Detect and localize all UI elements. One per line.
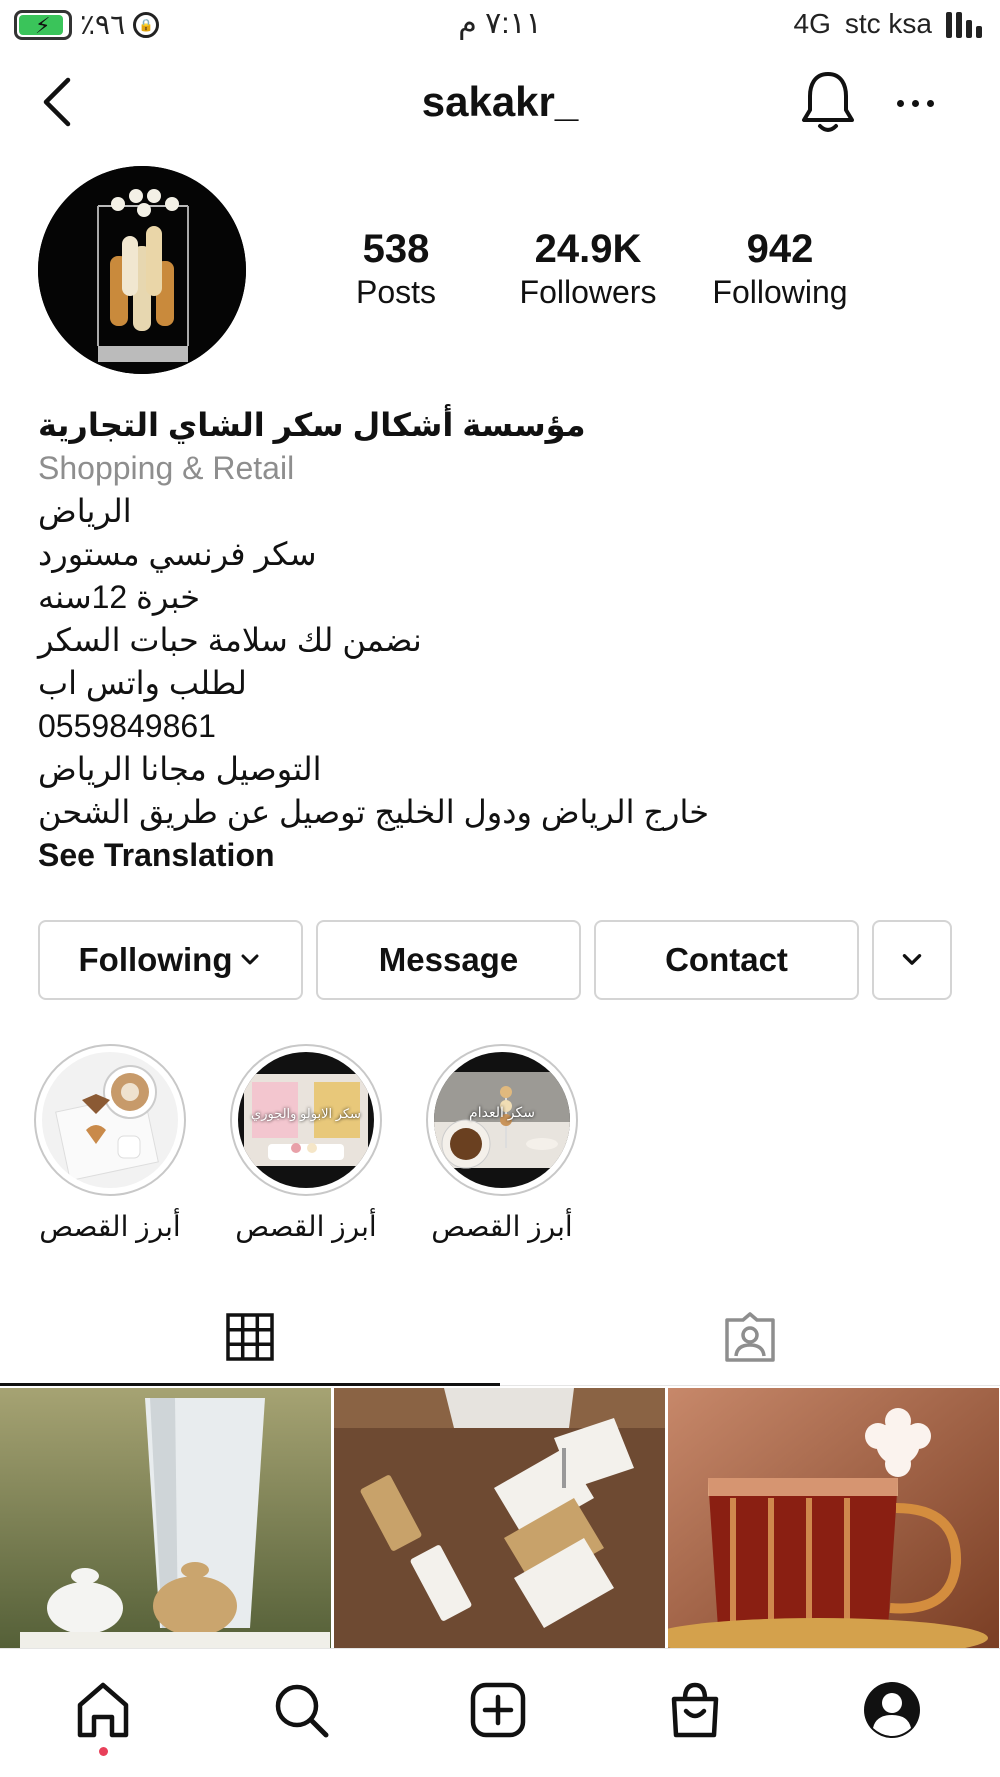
profile-icon xyxy=(864,1682,920,1738)
bio-line: سكر فرنسي مستورد xyxy=(38,536,317,572)
highlight-item[interactable]: سكر العدام أبرز القصص xyxy=(426,1044,578,1243)
profile-avatar[interactable] xyxy=(38,166,246,374)
highlight-ring xyxy=(34,1044,186,1196)
profile-display-name: مؤسسة أشكال سكر الشاي التجارية xyxy=(38,407,586,443)
profile-stats: 538 Posts 24.9K Followers 942 Following xyxy=(300,226,876,312)
stat-following[interactable]: 942 Following xyxy=(684,226,876,312)
highlight-caption: سكر الابولو والجوري xyxy=(251,1106,361,1121)
message-button-label: Message xyxy=(378,941,519,978)
nav-profile[interactable] xyxy=(857,1675,927,1745)
highlight-caption: سكر العدام xyxy=(469,1104,535,1120)
status-right: 4G stc ksa xyxy=(793,8,982,40)
bell-icon xyxy=(802,72,854,132)
chevron-down-icon xyxy=(902,954,922,965)
profile-category: Shopping & Retail xyxy=(38,450,295,486)
post-thumbnail[interactable] xyxy=(668,1388,999,1648)
nav-home[interactable] xyxy=(68,1675,138,1745)
signal-icon xyxy=(946,10,982,38)
shopping-bag-icon xyxy=(671,1682,719,1738)
stat-posts-label: Posts xyxy=(355,274,437,310)
stat-following-value: 942 xyxy=(746,227,814,271)
highlight-item[interactable]: سكر الابولو والجوري أبرز القصص xyxy=(230,1044,382,1243)
post-thumbnail[interactable] xyxy=(0,1388,331,1648)
home-notification-dot xyxy=(99,1747,108,1756)
highlight-ring: سكر العدام xyxy=(426,1044,578,1196)
more-horizontal-icon xyxy=(896,99,904,107)
bio-line: لطلب واتس اب xyxy=(38,665,247,701)
see-translation-link[interactable]: See Translation xyxy=(38,834,938,877)
tagged-person-icon xyxy=(725,1312,775,1362)
tab-tagged[interactable] xyxy=(500,1290,1000,1386)
nav-search[interactable] xyxy=(266,1675,336,1745)
home-icon xyxy=(77,1682,129,1738)
grid-icon xyxy=(226,1312,274,1361)
stat-following-label: Following xyxy=(712,274,848,310)
stat-posts[interactable]: 538 Posts xyxy=(300,226,492,312)
profile-tabs xyxy=(0,1290,1000,1386)
highlight-item[interactable]: أبرز القصص xyxy=(34,1044,186,1243)
carrier-name: stc ksa xyxy=(844,8,932,39)
contact-button-label: Contact xyxy=(665,941,788,978)
message-button[interactable]: Message xyxy=(316,920,581,1000)
status-bar: ⚡ ٪٩٦ 🔒 ٧:١١ م 4G stc ksa xyxy=(0,0,1000,52)
bio-line: نضمن لك سلامة حبات السكر xyxy=(38,622,422,658)
search-icon xyxy=(275,1684,329,1738)
highlight-cover: سكر الابولو والجوري xyxy=(238,1052,374,1188)
nav-create[interactable] xyxy=(463,1675,533,1745)
bio-line: خارج الرياض ودول الخليج توصيل عن طريق ال… xyxy=(38,794,709,830)
suggested-accounts-button[interactable] xyxy=(872,920,952,1000)
bio-line: التوصيل مجانا الرياض xyxy=(38,751,322,787)
stat-followers-value: 24.9K xyxy=(534,227,642,271)
posts-grid xyxy=(0,1388,1000,1648)
profile-header: sakakr_ xyxy=(0,58,1000,148)
tab-posts-grid[interactable] xyxy=(0,1290,500,1386)
bio-phone: 0559849861 xyxy=(38,708,216,744)
stat-followers[interactable]: 24.9K Followers xyxy=(492,226,684,312)
bottom-navigation xyxy=(0,1648,1000,1777)
highlight-label: أبرز القصص xyxy=(431,1211,573,1242)
nav-shop[interactable] xyxy=(660,1675,730,1745)
following-button-label: Following xyxy=(78,941,233,978)
highlight-cover xyxy=(42,1052,178,1188)
story-highlights: أبرز القصص سكر الابولو والجوري أبرز القص… xyxy=(34,1044,578,1243)
avatar-image xyxy=(38,166,246,374)
profile-bio: مؤسسة أشكال سكر الشاي التجارية Shopping … xyxy=(38,404,938,877)
following-button[interactable]: Following xyxy=(38,920,303,1000)
highlight-label: أبرز القصص xyxy=(235,1211,377,1242)
chevron-down-icon xyxy=(241,954,259,965)
more-options-button[interactable] xyxy=(890,78,940,128)
stat-posts-value: 538 xyxy=(362,227,430,271)
bio-line: خبرة 12سنه xyxy=(38,579,200,615)
highlight-cover: سكر العدام xyxy=(434,1052,570,1188)
contact-button[interactable]: Contact xyxy=(594,920,859,1000)
profile-action-buttons: Following Message Contact xyxy=(38,920,952,1000)
network-type: 4G xyxy=(793,8,831,39)
highlight-ring: سكر الابولو والجوري xyxy=(230,1044,382,1196)
plus-square-icon xyxy=(470,1682,526,1738)
notifications-button[interactable] xyxy=(800,68,856,136)
highlight-label: أبرز القصص xyxy=(39,1211,181,1242)
post-thumbnail[interactable] xyxy=(334,1388,665,1648)
stat-followers-label: Followers xyxy=(519,274,657,310)
bio-line: الرياض xyxy=(38,493,132,529)
